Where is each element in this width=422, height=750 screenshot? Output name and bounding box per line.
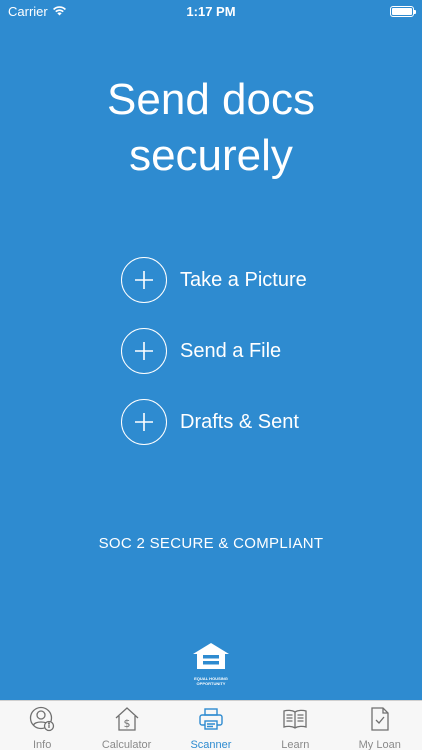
carrier-label: Carrier [8,3,48,19]
send-file-button[interactable]: Send a File [121,327,307,375]
tab-calculator-label: Calculator [101,739,152,750]
tab-info[interactable]: Info [0,701,84,750]
status-bar: Carrier 1:17 PM [0,0,422,22]
equal-housing-logo: EQUAL HOUSING OPPORTUNITY [0,642,422,686]
tab-scanner-label: Scanner [190,739,232,750]
tab-info-label: Info [33,739,52,750]
tab-calculator[interactable]: $ Calculator [85,701,169,750]
svg-text:$: $ [123,717,130,730]
page-title-line2: securely [129,131,293,180]
equal-housing-text: EQUAL HOUSING OPPORTUNITY [194,676,228,686]
printer-icon [198,706,224,737]
send-file-label: Send a File [180,339,282,362]
compliance-text: SOC 2 SECURE & COMPLIANT [98,535,324,552]
wifi-icon [52,4,67,19]
tab-bar: Info $ Calculator Scanner Learn My Loan [0,700,422,750]
plus-icon [121,399,167,445]
drafts-sent-label: Drafts & Sent [180,410,299,433]
plus-icon [121,328,167,374]
drafts-sent-button[interactable]: Drafts & Sent [121,398,307,446]
info-person-icon [29,706,55,737]
page-title: Send docs securely [0,72,422,184]
tab-my-loan-label: My Loan [358,739,401,750]
book-icon [282,706,308,737]
document-check-icon [367,706,393,737]
tab-learn-label: Learn [281,739,310,750]
tab-scanner[interactable]: Scanner [169,701,253,750]
calculator-house-icon: $ [114,706,140,737]
take-picture-button[interactable]: Take a Picture [121,256,307,304]
take-picture-label: Take a Picture [180,268,307,291]
plus-icon [121,257,167,303]
tab-my-loan[interactable]: My Loan [338,701,422,750]
battery-icon [390,5,416,17]
action-list: Take a Picture Send a File Drafts & Sent [121,256,307,469]
page-title-line1: Send docs [107,75,315,124]
tab-learn[interactable]: Learn [253,701,337,750]
equal-housing-icon [191,642,231,675]
status-left: Carrier [8,4,67,19]
